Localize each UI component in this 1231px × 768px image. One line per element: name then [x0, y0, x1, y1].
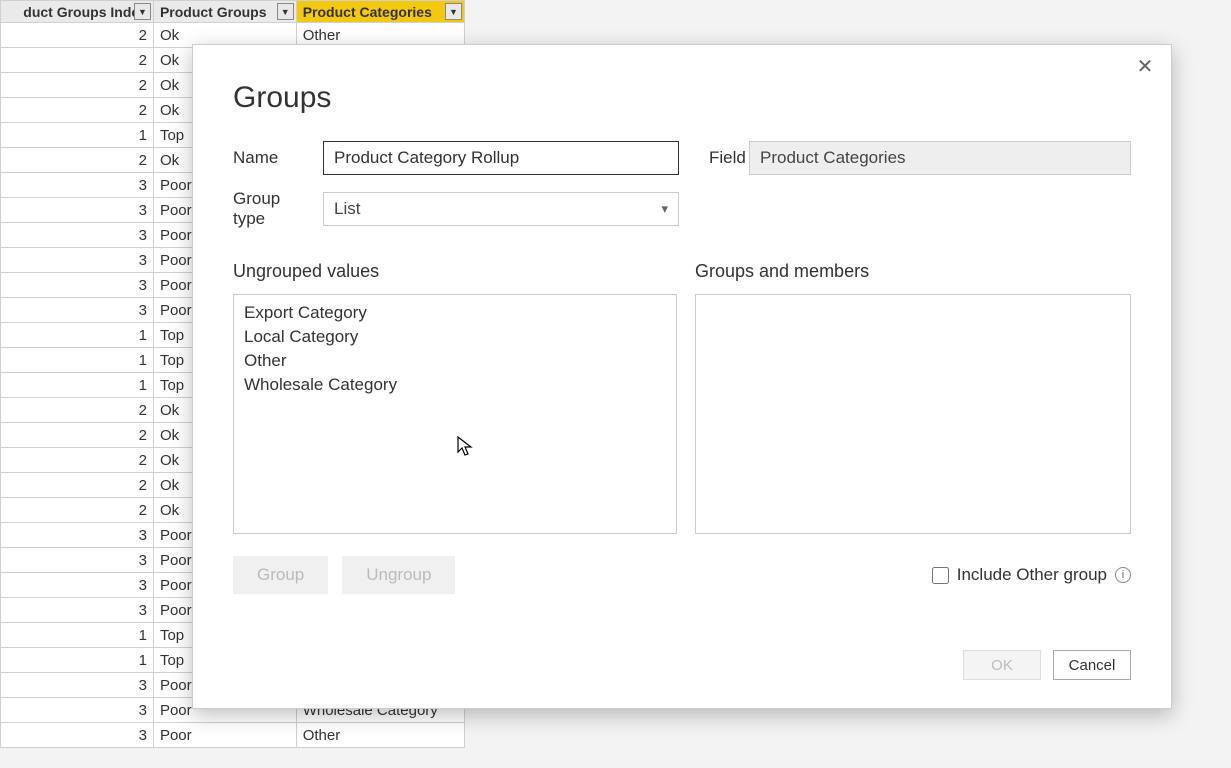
group-type-label: Group type [233, 189, 305, 229]
field-label: Field [709, 148, 731, 168]
groups-listbox[interactable] [695, 294, 1131, 534]
list-item[interactable]: Local Category [234, 325, 676, 349]
include-other-wrap[interactable]: Include Other group i [932, 565, 1131, 585]
cell-index: 2 [1, 48, 154, 73]
dialog-title: Groups [233, 81, 1131, 115]
cell-index: 3 [1, 673, 154, 698]
cell-index: 3 [1, 523, 154, 548]
cell-index: 2 [1, 498, 154, 523]
cancel-button[interactable]: Cancel [1053, 650, 1131, 680]
chevron-down-icon: ▾ [661, 201, 668, 217]
include-other-label: Include Other group [957, 565, 1107, 585]
cell-index: 3 [1, 223, 154, 248]
col-header-categories[interactable]: Product Categories ▼ [296, 1, 464, 23]
cell-index: 3 [1, 723, 154, 748]
list-item[interactable]: Export Category [234, 301, 676, 325]
name-input[interactable] [323, 141, 679, 175]
cell-index: 2 [1, 73, 154, 98]
cell-index: 2 [1, 423, 154, 448]
cell-index: 3 [1, 573, 154, 598]
cell-index: 3 [1, 698, 154, 723]
cell-index: 3 [1, 598, 154, 623]
col-header-index[interactable]: duct Groups Index ▼ [1, 1, 154, 23]
info-icon[interactable]: i [1115, 567, 1131, 583]
cell-index: 1 [1, 648, 154, 673]
groups-dialog: ✕ Groups Name Field Product Categories G… [192, 44, 1172, 709]
cell-index: 3 [1, 298, 154, 323]
col-header-groups[interactable]: Product Groups ▼ [153, 1, 296, 23]
ungrouped-header: Ungrouped values [233, 261, 677, 282]
table-row[interactable]: 3PoorOther [1, 723, 465, 748]
cell-index: 3 [1, 273, 154, 298]
cell-index: 1 [1, 373, 154, 398]
list-item[interactable]: Wholesale Category [234, 373, 676, 397]
include-other-checkbox[interactable] [932, 567, 949, 584]
cell-index: 1 [1, 323, 154, 348]
ungrouped-listbox[interactable]: Export CategoryLocal CategoryOtherWholes… [233, 294, 677, 534]
chevron-down-icon[interactable]: ▼ [445, 3, 462, 20]
groups-header: Groups and members [695, 261, 1131, 282]
cell-group: Poor [153, 723, 296, 748]
name-label: Name [233, 148, 305, 168]
cell-index: 3 [1, 548, 154, 573]
cell-index: 2 [1, 398, 154, 423]
cell-index: 1 [1, 348, 154, 373]
cell-category: Other [296, 723, 464, 748]
cell-index: 3 [1, 248, 154, 273]
cell-index: 2 [1, 473, 154, 498]
ungroup-button[interactable]: Ungroup [342, 556, 455, 594]
chevron-down-icon[interactable]: ▼ [277, 3, 294, 20]
cell-index: 2 [1, 448, 154, 473]
cell-index: 2 [1, 23, 154, 48]
ok-button[interactable]: OK [963, 650, 1041, 680]
list-item[interactable]: Other [234, 349, 676, 373]
cell-index: 2 [1, 98, 154, 123]
cell-index: 1 [1, 623, 154, 648]
close-icon[interactable]: ✕ [1133, 55, 1157, 79]
group-button[interactable]: Group [233, 556, 328, 594]
group-type-select[interactable]: List ▾ [323, 192, 679, 226]
cell-index: 3 [1, 173, 154, 198]
field-display: Product Categories [749, 141, 1131, 175]
chevron-down-icon[interactable]: ▼ [134, 3, 151, 20]
cell-index: 1 [1, 123, 154, 148]
cell-index: 3 [1, 198, 154, 223]
cell-index: 2 [1, 148, 154, 173]
